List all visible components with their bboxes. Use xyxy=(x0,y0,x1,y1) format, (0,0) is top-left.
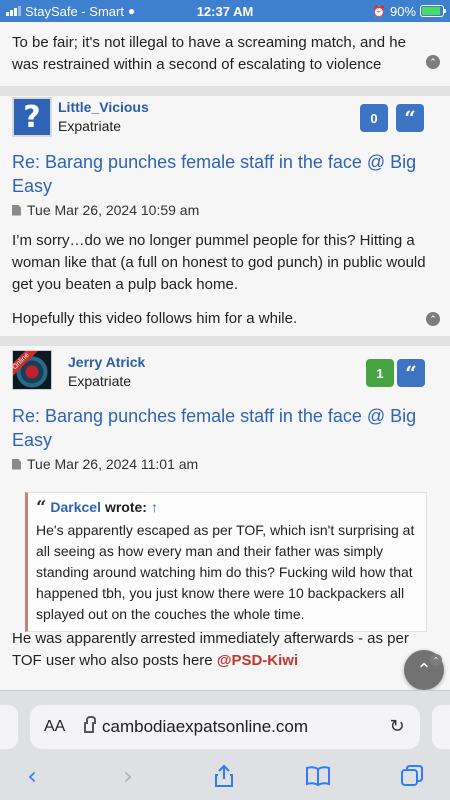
signal-icon xyxy=(6,6,21,16)
scroll-top-icon[interactable]: ⌃ xyxy=(426,55,440,69)
battery-percent: 90% xyxy=(389,3,416,19)
wifi-icon: ● xyxy=(127,4,136,18)
quote-button[interactable]: “ xyxy=(397,359,425,387)
post-body: He was apparently arrested immediately a… xyxy=(0,628,430,672)
post-title[interactable]: Re: Barang punches female staff in the f… xyxy=(12,150,442,198)
post-author-row: Online Jerry Atrick Expatriate 1 “ xyxy=(0,346,450,392)
post-separator xyxy=(0,86,450,96)
post-body: To be fair; it's not illegal to have a s… xyxy=(12,34,406,73)
post-body-text: He was apparently arrested immediately a… xyxy=(12,630,409,669)
post-date: Tue Mar 26, 2024 10:59 am xyxy=(12,202,199,218)
previous-tab-preview[interactable] xyxy=(0,705,18,749)
post-icon xyxy=(12,204,21,216)
chevron-up-icon: ⌃ xyxy=(416,659,432,680)
quote-icon: “ xyxy=(404,106,416,130)
quote-button[interactable]: “ xyxy=(396,104,424,132)
bookmarks-button[interactable] xyxy=(298,761,338,791)
post-date-text: Tue Mar 26, 2024 10:59 am xyxy=(27,202,200,218)
author-name[interactable]: Little_Vicious xyxy=(58,99,149,115)
share-button[interactable] xyxy=(204,761,244,791)
quote-header: “ Darkcel wrote: ↑ xyxy=(36,497,418,518)
lock-icon xyxy=(84,715,96,733)
author-name[interactable]: Jerry Atrick xyxy=(68,354,145,370)
post-separator xyxy=(0,336,450,346)
scroll-to-top-button[interactable]: ⌃ ⌃ xyxy=(404,650,444,690)
address-bar[interactable]: AA cambodiaexpatsonline.com ↻ xyxy=(30,705,420,749)
online-badge: Online xyxy=(13,351,40,380)
browser-chrome: AA cambodiaexpatsonline.com ↻ ‹ › xyxy=(0,690,450,800)
reaction-count-button[interactable]: 0 xyxy=(360,104,388,132)
post-jerry-atrick: Online Jerry Atrick Expatriate 1 “ Re: B… xyxy=(0,346,450,690)
post-body: I’m sorry…do we no longer pummel people … xyxy=(12,232,426,293)
url-text[interactable]: cambodiaexpatsonline.com xyxy=(102,717,388,737)
quote-author[interactable]: Darkcel xyxy=(50,497,101,518)
reaction-count-button[interactable]: 1 xyxy=(366,359,394,387)
back-button[interactable]: ‹ xyxy=(12,761,52,791)
chevron-up-icon: ⌃ xyxy=(430,654,442,666)
quote-text: He's apparently escaped as per TOF, whic… xyxy=(36,522,415,622)
author-rank: Expatriate xyxy=(68,373,132,389)
tabs-icon xyxy=(401,765,423,786)
post-date: Tue Mar 26, 2024 11:01 am xyxy=(12,456,198,472)
quote-wrote-label: wrote: xyxy=(104,499,147,515)
author-rank: Expatriate xyxy=(58,118,122,134)
book-icon xyxy=(306,766,330,787)
quote-block: “ Darkcel wrote: ↑ He's apparently escap… xyxy=(25,492,427,632)
quote-icon: “ xyxy=(405,361,417,385)
battery-icon xyxy=(420,5,446,17)
post-author-row: ? Little_Vicious Expatriate 0 “ xyxy=(0,96,450,142)
forward-button[interactable]: › xyxy=(108,761,148,791)
tabs-button[interactable] xyxy=(392,761,432,791)
reader-options-button[interactable]: AA xyxy=(44,718,84,736)
reload-icon[interactable]: ↻ xyxy=(388,718,406,736)
avatar[interactable]: ? xyxy=(12,97,52,137)
scroll-top-icon[interactable]: ⌃ xyxy=(426,312,440,326)
browser-toolbar: ‹ › xyxy=(0,761,450,800)
post-little-vicious: ? Little_Vicious Expatriate 0 “ Re: Bara… xyxy=(0,96,450,336)
avatar[interactable]: Online xyxy=(12,350,52,390)
jump-to-quote-icon[interactable]: ↑ xyxy=(151,497,158,518)
next-tab-preview[interactable] xyxy=(432,705,450,749)
post-date-text: Tue Mar 26, 2024 11:01 am xyxy=(27,456,199,472)
share-icon xyxy=(215,764,233,787)
carrier-name: StaySafe - Smart xyxy=(25,3,124,19)
status-bar: StaySafe - Smart ● 12:37 AM ⏰ 90% xyxy=(0,0,450,22)
alarm-icon: ⏰ xyxy=(372,5,386,18)
post-body-2: Hopefully this video follows him for a w… xyxy=(12,310,298,327)
user-mention[interactable]: @PSD-Kiwi xyxy=(217,652,298,669)
post-previous: To be fair; it's not illegal to have a s… xyxy=(0,22,450,88)
post-icon xyxy=(12,458,21,470)
post-title[interactable]: Re: Barang punches female staff in the f… xyxy=(12,404,442,452)
quote-icon: “ xyxy=(36,496,47,518)
